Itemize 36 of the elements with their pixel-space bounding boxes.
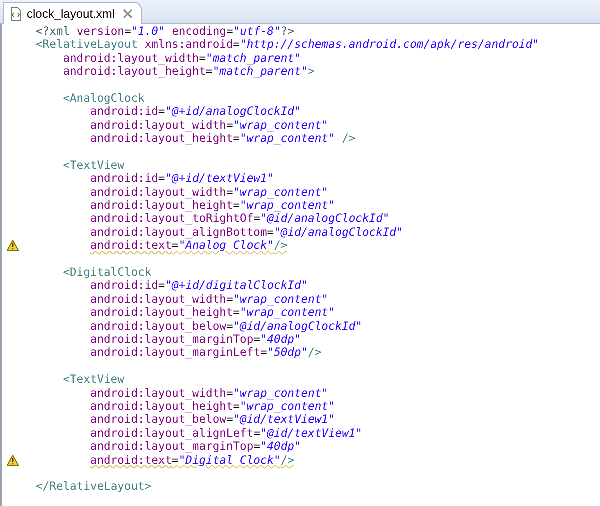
code-line: <DigitalClock [63,266,152,280]
code-line: android:layout_width="wrap_content" [90,118,328,132]
code-line: android:layout_height="wrap_content" /> [90,132,356,146]
code-line: <RelativeLayout xmlns:android="http://schemas.android.com/apk/res/android" [36,38,540,52]
code-line: android:layout_height="wrap_content" [90,306,336,320]
code-line: android:layout_below="@id/analogClockId" [90,320,362,333]
code-line: android:id="@+id/analogClockId" [90,105,302,118]
xml-file-icon [10,6,22,20]
tab-title: clock_layout.xml [27,6,116,20]
code-line: android:id="@+id/textView1" [90,172,274,186]
code-line: android:layout_toRightOf="@id/analogClockId" [90,212,390,226]
code-line: android:layout_marginLeft="50dp"/> [90,346,322,360]
code-line: android:layout_width="wrap_content" [90,292,328,306]
code-line: android:layout_width="wrap_content" [90,386,328,400]
code-line: android:layout_alignLeft="@id/textView1" [90,426,362,440]
editor-tab[interactable]: clock_layout.xml [3,2,142,24]
code-line: android:id="@+id/digitalClockId" [90,279,308,292]
code-line: <AnalogClock [63,92,145,105]
close-icon[interactable] [123,8,134,18]
warning-icon [7,454,19,466]
code-line: android:layout_width="wrap_content" [90,186,328,199]
code-line: android:layout_marginTop="40dp" [90,440,302,454]
code-line: android:layout_alignBottom="@id/analogClockId" [90,226,404,239]
code-line: </RelativeLayout> [36,480,152,494]
code-line: android:text="Digital Clock"/> [90,454,294,466]
code-line: android:layout_below="@id/textView1" [90,413,336,426]
code-line: android:layout_height="match_parent"> [63,65,315,78]
code-line: android:layout_width="match_parent" [63,52,302,65]
code-line: android:layout_height="wrap_content" [90,199,336,212]
code-line: <TextView [63,158,124,172]
code-line: android:layout_marginTop="40dp" [90,332,302,346]
code-line: android:layout_height="wrap_content" [90,400,336,413]
code-line: <?xml version="1.0" encoding="utf-8"?> [36,25,295,38]
code-line: <TextView [63,373,124,386]
warning-icon [7,240,19,252]
code-line: android:text="Analog Clock"/> [90,239,288,252]
